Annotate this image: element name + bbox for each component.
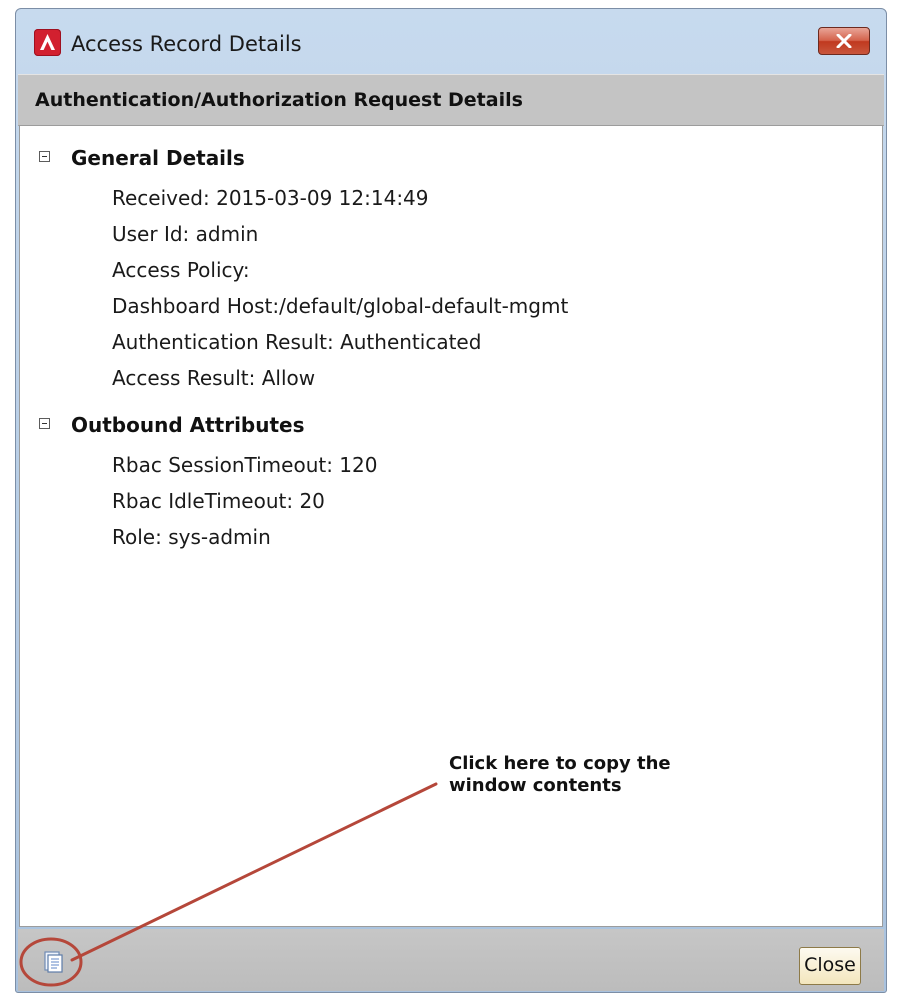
detail-dashboard-host: Dashboard Host:/default/global-default-m… <box>112 294 569 318</box>
close-button[interactable]: Close <box>799 947 861 985</box>
details-panel: General Details Received: 2015-03-09 12:… <box>19 125 883 927</box>
section-title-outbound-attributes: Outbound Attributes <box>71 413 305 437</box>
collapse-outbound-attributes-toggle[interactable] <box>39 418 50 429</box>
detail-access-result: Access Result: Allow <box>112 366 316 390</box>
window-title: Access Record Details <box>71 32 302 56</box>
detail-access-policy: Access Policy: <box>112 258 250 282</box>
close-icon <box>836 34 852 48</box>
copy-callout-annotation: Click here to copy the window contents <box>449 753 671 797</box>
detail-user-id: User Id: admin <box>112 222 259 246</box>
copy-icon[interactable] <box>41 950 65 974</box>
section-title-general-details: General Details <box>71 146 245 170</box>
access-record-details-window: Access Record Details Authentication/Aut… <box>15 8 887 993</box>
dialog-footer: Close <box>18 929 884 991</box>
detail-received: Received: 2015-03-09 12:14:49 <box>112 186 429 210</box>
app-logo-icon <box>34 29 61 56</box>
callout-line-1: Click here to copy the <box>449 753 671 774</box>
details-heading: Authentication/Authorization Request Det… <box>35 89 523 111</box>
detail-rbac-idle-timeout: Rbac IdleTimeout: 20 <box>112 489 325 513</box>
detail-rbac-session-timeout: Rbac SessionTimeout: 120 <box>112 453 378 477</box>
title-bar: Access Record Details <box>16 9 886 71</box>
callout-line-2: window contents <box>449 775 622 796</box>
detail-role: Role: sys-admin <box>112 525 271 549</box>
window-close-button[interactable] <box>818 27 870 55</box>
detail-authentication-result: Authentication Result: Authenticated <box>112 330 482 354</box>
collapse-general-details-toggle[interactable] <box>39 151 50 162</box>
details-header: Authentication/Authorization Request Det… <box>18 74 884 126</box>
